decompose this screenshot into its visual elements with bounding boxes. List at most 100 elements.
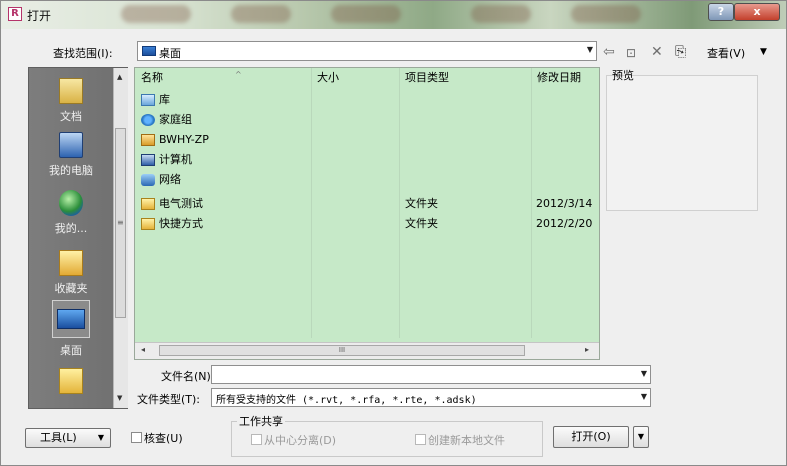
lookin-label: 查找范围(I): [53, 47, 113, 60]
place-label: 收藏夹 [54, 282, 88, 295]
network-icon [141, 174, 155, 186]
tools-button[interactable]: 工具(L) ▼ [25, 428, 111, 448]
file-name: 计算机 [159, 153, 192, 166]
list-item[interactable]: 计算机 [135, 150, 599, 170]
column-header-type[interactable]: 项目类型 [399, 68, 531, 88]
sort-ascending-icon: ^ [235, 70, 242, 79]
up-folder-icon[interactable]: ⊡ [626, 46, 636, 60]
filename-label: 文件名(N): [161, 370, 215, 383]
place-favorites[interactable]: 收藏夹 [29, 250, 113, 296]
scroll-up-icon[interactable]: ▲ [117, 73, 122, 81]
create-new-local-label: 创建新本地文件 [428, 434, 505, 447]
list-item[interactable]: 电气测试 文件夹 2012/3/14 [135, 194, 599, 214]
column-header-label: 名称 [141, 71, 163, 84]
folder-icon [59, 368, 83, 394]
scroll-down-icon[interactable]: ▼ [117, 394, 122, 402]
file-type: 文件夹 [405, 197, 438, 210]
filetype-dropdown[interactable]: 所有受支持的文件 (*.rvt, *.rfa, *.rte, *.adsk) ▼ [211, 388, 651, 407]
column-header-name[interactable]: 名称 ^ [135, 68, 311, 88]
places-bar: 文档 我的电脑 我的... 收藏夹 桌面 ▲ ≡ ▼ [28, 67, 128, 409]
chevron-down-icon[interactable]: ▼ [641, 392, 647, 401]
filename-input[interactable]: ▼ [211, 365, 651, 384]
preview-label: 预览 [612, 69, 634, 82]
file-name: 家庭组 [159, 113, 192, 126]
filetype-label: 文件类型(T): [137, 393, 201, 406]
place-documents[interactable]: 文档 [29, 78, 113, 124]
place-label: 文档 [60, 110, 82, 123]
file-name: BWHY-ZP [159, 133, 209, 146]
places-scrollbar[interactable]: ▲ ≡ ▼ [113, 68, 128, 408]
place-folder[interactable] [29, 368, 113, 394]
chevron-down-icon[interactable]: ▼ [641, 369, 647, 378]
title-bar-decoration [231, 5, 291, 23]
file-list[interactable]: 名称 ^ 大小 项目类型 修改日期 库 家庭组 BWHY-ZP 计算机 网络 电… [134, 67, 600, 360]
file-name: 库 [159, 93, 170, 106]
lookin-dropdown[interactable]: 桌面 ▼ [137, 41, 597, 61]
file-modified: 2012/3/14 [536, 197, 593, 210]
favorites-icon [59, 250, 83, 276]
list-item[interactable]: BWHY-ZP [135, 130, 599, 150]
documents-icon [59, 78, 83, 104]
chevron-down-icon[interactable]: ▼ [587, 45, 593, 54]
column-header-modified[interactable]: 修改日期 [531, 68, 599, 88]
audit-label: 核查(U) [144, 432, 183, 445]
folder-icon [141, 198, 155, 210]
back-arrow-icon[interactable]: ⇦ [603, 44, 615, 60]
new-folder-icon[interactable]: ⎘ [675, 44, 686, 60]
open-button[interactable]: 打开(O) [553, 426, 629, 448]
detach-from-central-checkbox[interactable] [251, 434, 262, 445]
detach-from-central-label: 从中心分离(D) [264, 434, 337, 447]
file-name: 快捷方式 [159, 217, 203, 230]
audit-checkbox[interactable] [131, 432, 142, 443]
library-icon [141, 94, 155, 106]
worksharing-title: 工作共享 [237, 413, 285, 429]
network-globe-icon [59, 190, 83, 216]
close-button[interactable]: x [734, 3, 780, 21]
filetype-value: 所有受支持的文件 (*.rvt, *.rfa, *.rte, *.adsk) [216, 395, 477, 406]
help-button[interactable]: ? [708, 3, 734, 21]
window-title: 打开 [27, 9, 52, 23]
title-bar-decoration [331, 5, 401, 23]
place-my-network[interactable]: 我的... [29, 190, 113, 236]
open-options-button[interactable]: ▼ [633, 426, 649, 448]
file-modified: 2012/2/20 [536, 217, 593, 230]
file-name: 网络 [159, 173, 181, 186]
place-desktop[interactable]: 桌面 [29, 300, 113, 358]
file-type: 文件夹 [405, 217, 438, 230]
place-label: 我的电脑 [49, 164, 93, 177]
horizontal-scrollbar[interactable]: ◂ III ▸ [135, 342, 599, 359]
scroll-left-icon[interactable]: ◂ [141, 345, 145, 354]
title-bar[interactable]: R 打开 ? x [1, 1, 786, 29]
delete-icon[interactable]: ✕ [651, 44, 663, 60]
scroll-right-icon[interactable]: ▸ [585, 345, 589, 354]
create-new-local-checkbox[interactable] [415, 434, 426, 445]
folder-icon [141, 218, 155, 230]
grip-icon: ≡ [117, 218, 124, 227]
title-bar-decoration [121, 5, 191, 23]
preview-pane [606, 75, 758, 211]
list-item[interactable]: 库 [135, 90, 599, 110]
chevron-down-icon[interactable]: ▼ [760, 47, 767, 57]
list-item[interactable]: 家庭组 [135, 110, 599, 130]
desktop-icon [142, 46, 156, 56]
lookin-value: 桌面 [159, 47, 181, 60]
desktop-icon [57, 309, 85, 329]
open-dialog: R 打开 ? x 查找范围(I): 桌面 ▼ ⇦ ⊡ ✕ ⎘ 查看(V) ▼ 文… [0, 0, 787, 466]
list-item[interactable]: 快捷方式 文件夹 2012/2/20 [135, 214, 599, 234]
title-bar-decoration [571, 5, 641, 23]
tools-label: 工具(L) [40, 431, 77, 444]
chevron-down-icon: ▼ [637, 432, 645, 441]
place-label: 我的... [54, 222, 88, 235]
scrollbar-thumb[interactable]: III [159, 345, 525, 356]
homegroup-icon [141, 114, 155, 126]
views-menu[interactable]: 查看(V) [707, 45, 745, 61]
list-item[interactable]: 网络 [135, 170, 599, 190]
chevron-down-icon: ▼ [97, 433, 104, 442]
column-header-size[interactable]: 大小 [311, 68, 399, 88]
user-folder-icon [141, 134, 155, 146]
place-my-computer[interactable]: 我的电脑 [29, 132, 113, 178]
selected-place-frame [52, 300, 90, 338]
computer-icon [141, 154, 155, 166]
computer-icon [59, 132, 83, 158]
file-name: 电气测试 [159, 197, 203, 210]
